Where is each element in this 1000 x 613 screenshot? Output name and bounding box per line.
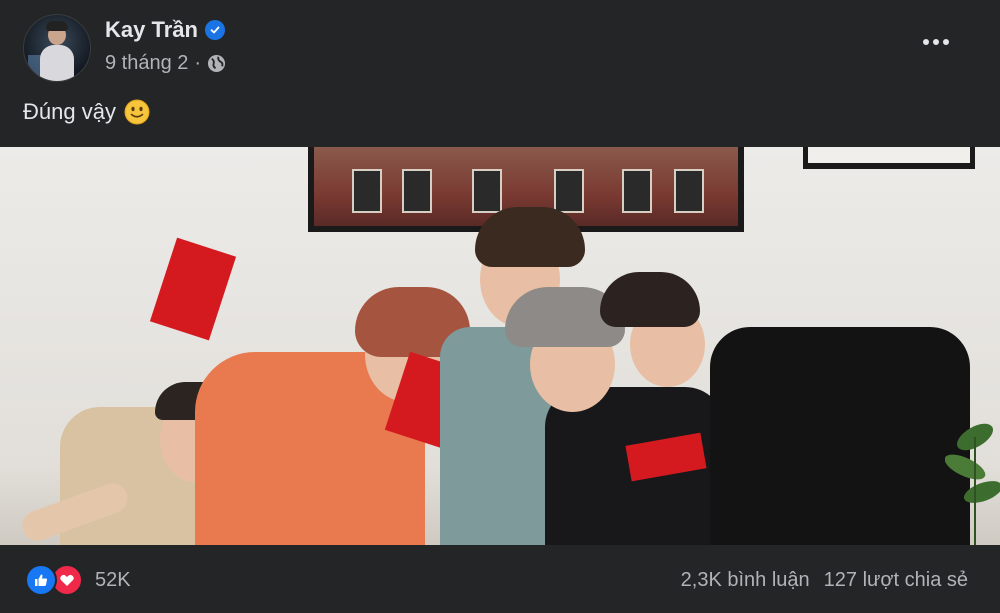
- post-caption: Đúng vậy: [23, 99, 116, 124]
- comments-count[interactable]: 2,3K bình luận: [681, 569, 810, 592]
- post-photo[interactable]: [0, 147, 1000, 545]
- more-options-icon[interactable]: [918, 28, 954, 56]
- globe-icon[interactable]: [207, 54, 226, 73]
- author-name-row: Kay Trần: [105, 15, 225, 45]
- author-avatar[interactable]: [23, 14, 91, 82]
- wall-frame: [803, 147, 975, 169]
- post-text: Đúng vậy: [23, 96, 150, 128]
- shares-count[interactable]: 127 lượt chia sẻ: [824, 569, 968, 592]
- like-icon: [25, 564, 57, 596]
- reaction-count[interactable]: 52K: [95, 569, 131, 592]
- plant: [945, 423, 1000, 545]
- reaction-summary[interactable]: 52K: [25, 564, 131, 596]
- verified-badge-icon: [204, 20, 225, 40]
- post-meta: 9 tháng 2 ·: [105, 50, 226, 76]
- meta-separator: ·: [194, 51, 202, 74]
- engagement-stats: 2,3K bình luận 127 lượt chia sẻ: [681, 565, 968, 595]
- slightly-smiling-face-icon: [124, 99, 150, 125]
- author-name[interactable]: Kay Trần: [105, 17, 198, 43]
- post-footer: 52K 2,3K bình luận 127 lượt chia sẻ: [0, 545, 1000, 613]
- post-date[interactable]: 9 tháng 2: [105, 52, 188, 75]
- post-header: Kay Trần 9 tháng 2 ·: [0, 0, 1000, 90]
